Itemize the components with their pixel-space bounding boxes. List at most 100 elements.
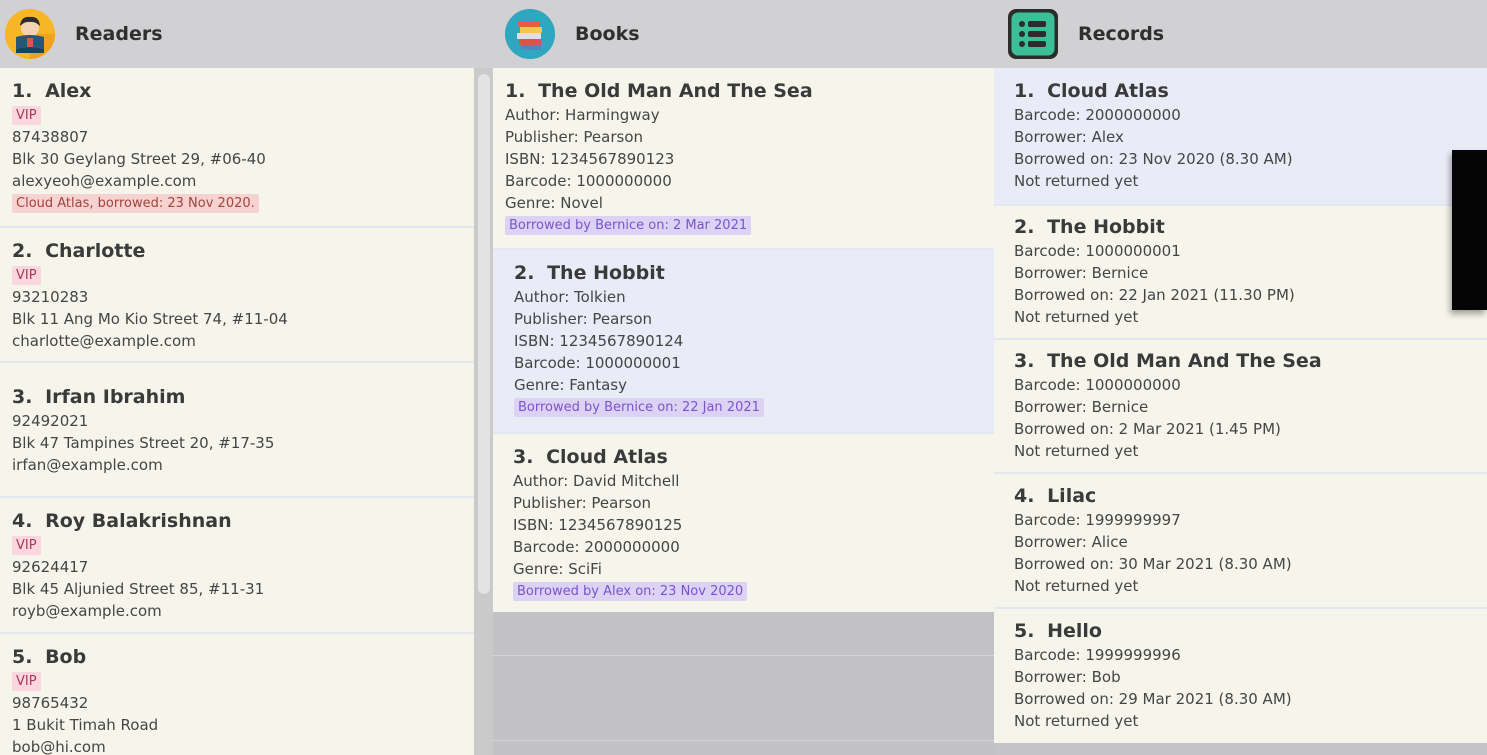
record-borrower: Borrower: Bernice (1014, 264, 1149, 282)
record-borrowed-on: Borrowed on: 22 Jan 2021 (11.30 PM) (1014, 286, 1295, 304)
record-title: 3. The Old Man And The Sea (1014, 350, 1322, 372)
record-borrowed-on: Borrowed on: 23 Nov 2020 (8.30 AM) (1014, 150, 1293, 168)
record-title: 1. Cloud Atlas (1014, 80, 1169, 102)
book-card[interactable]: 1. The Old Man And The Sea Author: Harmi… (493, 68, 994, 248)
record-borrowed-on: Borrowed on: 2 Mar 2021 (1.45 PM) (1014, 420, 1281, 438)
reader-email: royb@example.com (12, 602, 162, 620)
book-publisher: Publisher: Pearson (513, 494, 652, 512)
record-borrower: Borrower: Alex (1014, 128, 1124, 146)
book-isbn: ISBN: 1234567890125 (513, 516, 683, 534)
reader-name: 1. Alex (12, 80, 92, 102)
record-title: 2. The Hobbit (1014, 216, 1165, 238)
reader-card[interactable]: 4. Roy Balakrishnan VIP 92624417 Blk 45 … (0, 498, 474, 632)
reader-address: Blk 11 Ang Mo Kio Street 74, #11-04 (12, 310, 288, 328)
book-barcode: Barcode: 2000000000 (513, 538, 680, 556)
app-header: Readers Books Records (0, 0, 1487, 68)
record-card[interactable]: 3. The Old Man And The Sea Barcode: 1000… (994, 340, 1487, 472)
record-borrower: Borrower: Alice (1014, 533, 1128, 551)
books-stack-icon (505, 9, 555, 59)
overlay-panel (1452, 150, 1487, 310)
empty-row-divider (493, 740, 994, 741)
record-card[interactable]: 5. Hello Barcode: 1999999996 Borrower: B… (994, 609, 1487, 743)
book-publisher: Publisher: Pearson (505, 128, 644, 146)
record-title: 5. Hello (1014, 620, 1102, 642)
book-borrowed-badge: Borrowed by Alex on: 23 Nov 2020 (513, 582, 748, 601)
book-publisher: Publisher: Pearson (514, 310, 653, 328)
reader-name: 3. Irfan Ibrahim (12, 386, 186, 408)
list-icon (1008, 9, 1058, 59)
book-barcode: Barcode: 1000000000 (505, 172, 672, 190)
record-card[interactable]: 2. The Hobbit Barcode: 1000000001 Borrow… (994, 206, 1487, 338)
record-barcode: Barcode: 1999999997 (1014, 511, 1181, 529)
record-borrowed-on: Borrowed on: 29 Mar 2021 (8.30 AM) (1014, 690, 1292, 708)
record-barcode: Barcode: 1000000001 (1014, 242, 1181, 260)
reader-name: 4. Roy Balakrishnan (12, 510, 232, 532)
borrowed-badge: Cloud Atlas, borrowed: 23 Nov 2020. (12, 194, 259, 213)
reader-card[interactable]: 1. Alex VIP 87438807 Blk 30 Geylang Stre… (0, 68, 474, 226)
reader-email: alexyeoh@example.com (12, 172, 197, 190)
record-status: Not returned yet (1014, 442, 1139, 460)
reader-address: Blk 45 Aljunied Street 85, #11-31 (12, 580, 265, 598)
reader-phone: 92492021 (12, 412, 89, 430)
book-genre: Genre: SciFi (513, 560, 602, 578)
reader-phone: 98765432 (12, 694, 89, 712)
book-author: Author: Tolkien (514, 288, 626, 306)
record-card[interactable]: 4. Lilac Barcode: 1999999997 Borrower: A… (994, 474, 1487, 607)
readers-header: Readers (5, 0, 163, 68)
book-title: 3. Cloud Atlas (513, 446, 668, 468)
empty-row-divider (493, 655, 994, 656)
book-barcode: Barcode: 1000000001 (514, 354, 681, 372)
book-borrowed-badge: Borrowed by Bernice on: 22 Jan 2021 (514, 398, 764, 417)
record-title: 4. Lilac (1014, 485, 1097, 507)
record-status: Not returned yet (1014, 308, 1139, 326)
book-card[interactable]: 3. Cloud Atlas Author: David Mitchell Pu… (493, 434, 994, 612)
readers-scrollbar-thumb[interactable] (478, 74, 490, 594)
records-header: Records (1008, 0, 1164, 68)
reader-address: Blk 30 Geylang Street 29, #06-40 (12, 150, 266, 168)
book-isbn: ISBN: 1234567890124 (514, 332, 684, 350)
book-author: Author: Harmingway (505, 106, 660, 124)
reader-card[interactable]: 3. Irfan Ibrahim 92492021 Blk 47 Tampine… (0, 363, 474, 496)
book-card-selected[interactable]: 2. The Hobbit Author: Tolkien Publisher:… (493, 250, 994, 432)
reader-name: 2. Charlotte (12, 240, 146, 262)
record-borrowed-on: Borrowed on: 30 Mar 2021 (8.30 AM) (1014, 555, 1292, 573)
record-card-selected[interactable]: 1. Cloud Atlas Barcode: 2000000000 Borro… (994, 68, 1487, 204)
record-barcode: Barcode: 1000000000 (1014, 376, 1181, 394)
reader-email: bob@hi.com (12, 738, 106, 755)
book-borrowed-badge: Borrowed by Bernice on: 2 Mar 2021 (505, 216, 752, 235)
reader-phone: 92624417 (12, 558, 89, 576)
book-isbn: ISBN: 1234567890123 (505, 150, 675, 168)
book-genre: Genre: Novel (505, 194, 603, 212)
record-status: Not returned yet (1014, 577, 1139, 595)
reader-email: irfan@example.com (12, 456, 163, 474)
records-title: Records (1078, 23, 1165, 45)
readers-title: Readers (75, 23, 163, 45)
book-genre: Genre: Fantasy (514, 376, 627, 394)
reader-phone: 87438807 (12, 128, 89, 146)
records-list[interactable]: 1. Cloud Atlas Barcode: 2000000000 Borro… (994, 68, 1487, 755)
reader-address: Blk 47 Tampines Street 20, #17-35 (12, 434, 275, 452)
reader-name: 5. Bob (12, 646, 87, 668)
reader-phone: 93210283 (12, 288, 89, 306)
vip-badge: VIP (12, 266, 41, 285)
books-title: Books (575, 23, 640, 45)
book-title: 2. The Hobbit (514, 262, 665, 284)
record-status: Not returned yet (1014, 712, 1139, 730)
book-author: Author: David Mitchell (513, 472, 680, 490)
books-list[interactable]: 1. The Old Man And The Sea Author: Harmi… (493, 68, 994, 755)
vip-badge: VIP (12, 536, 41, 555)
record-borrower: Borrower: Bob (1014, 668, 1121, 686)
reader-address: 1 Bukit Timah Road (12, 716, 159, 734)
vip-badge: VIP (12, 106, 41, 125)
books-header: Books (505, 0, 640, 68)
record-barcode: Barcode: 2000000000 (1014, 106, 1181, 124)
book-title: 1. The Old Man And The Sea (505, 80, 813, 102)
reader-card[interactable]: 5. Bob VIP 98765432 1 Bukit Timah Road b… (0, 634, 474, 755)
vip-badge: VIP (12, 672, 41, 691)
reader-email: charlotte@example.com (12, 332, 196, 350)
record-borrower: Borrower: Bernice (1014, 398, 1149, 416)
readers-list[interactable]: 1. Alex VIP 87438807 Blk 30 Geylang Stre… (0, 68, 474, 755)
record-barcode: Barcode: 1999999996 (1014, 646, 1181, 664)
reader-avatar-icon (5, 9, 55, 59)
reader-card[interactable]: 2. Charlotte VIP 93210283 Blk 11 Ang Mo … (0, 228, 474, 361)
